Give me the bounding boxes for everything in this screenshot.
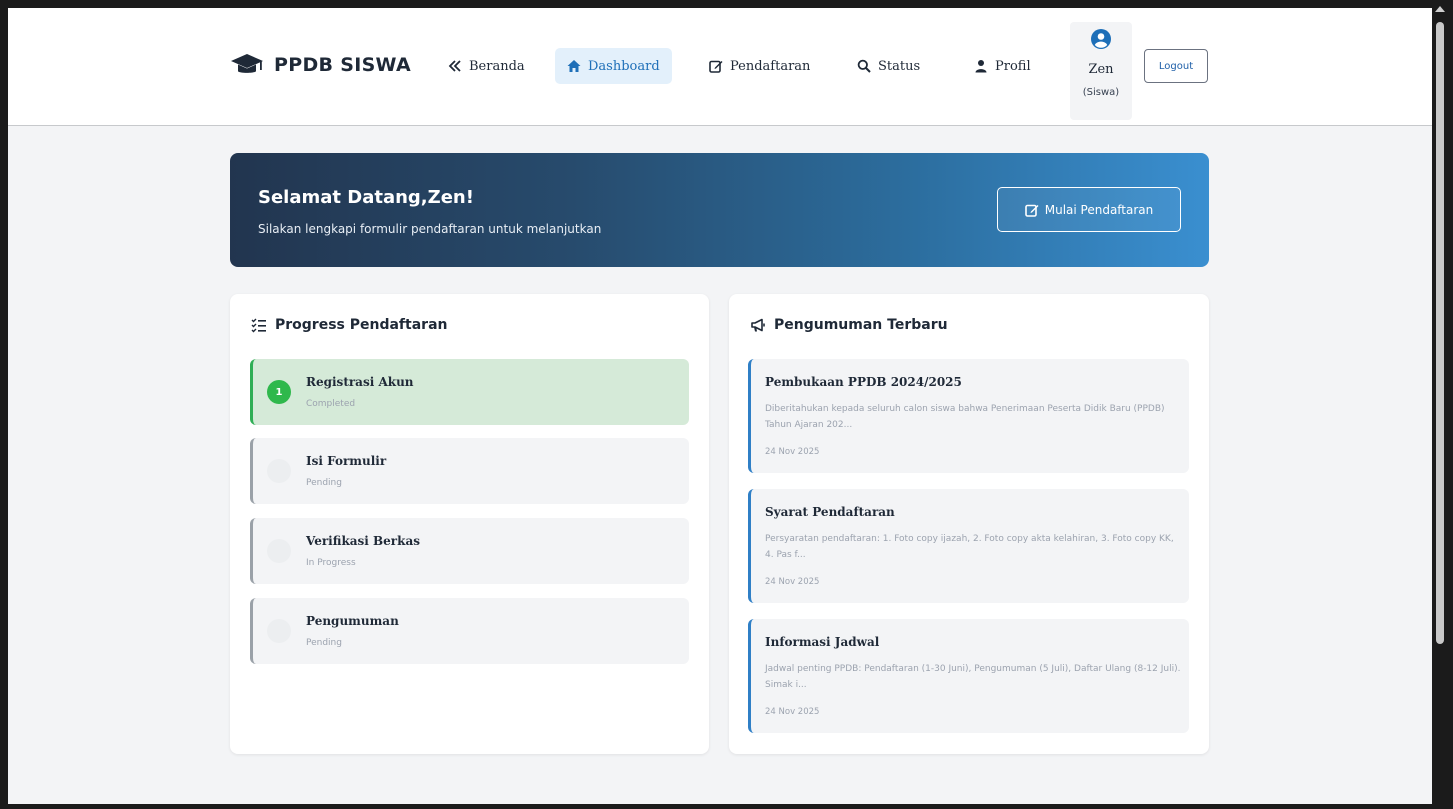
navbar: PPDB SISWA Beranda Dashboard Pendaftaran… bbox=[8, 8, 1432, 126]
announcement-title: Syarat Pendaftaran bbox=[765, 505, 895, 519]
nav-profil-label: Profil bbox=[995, 58, 1031, 74]
welcome-subtitle: Silakan lengkapi formulir pendaftaran un… bbox=[258, 222, 602, 236]
double-chevron-left-icon bbox=[448, 60, 461, 72]
step-name: Isi Formulir bbox=[306, 454, 387, 468]
announcement-body: Persyaratan pendaftaran: 1. Foto copy ij… bbox=[765, 534, 1174, 560]
user-role: (Siswa) bbox=[1082, 87, 1120, 98]
step-status: Completed bbox=[306, 399, 356, 409]
nav-profil[interactable]: Profil bbox=[962, 48, 1043, 84]
window-frame-top bbox=[0, 0, 1453, 8]
brand[interactable]: PPDB SISWA bbox=[230, 52, 411, 78]
edit-icon bbox=[709, 60, 723, 73]
search-icon bbox=[857, 59, 871, 73]
nav-pendaftaran[interactable]: Pendaftaran bbox=[697, 48, 822, 84]
scroll-up-arrow-icon[interactable] bbox=[1435, 6, 1445, 12]
window-frame-bottom bbox=[0, 804, 1453, 809]
list-check-icon bbox=[251, 318, 266, 333]
announcements-card-header: Pengumuman Terbaru bbox=[750, 317, 948, 333]
nav-pendaftaran-label: Pendaftaran bbox=[730, 58, 811, 74]
nav-dashboard-label: Dashboard bbox=[588, 58, 660, 74]
progress-card-header: Progress Pendaftaran bbox=[251, 317, 447, 333]
step-number-badge bbox=[267, 619, 291, 643]
user-icon bbox=[975, 60, 987, 73]
nav-status[interactable]: Status bbox=[845, 48, 932, 84]
nav-beranda-label: Beranda bbox=[469, 58, 525, 74]
welcome-banner: Selamat Datang,Zen! Silakan lengkapi for… bbox=[230, 153, 1209, 267]
step-name: Registrasi Akun bbox=[306, 375, 414, 389]
announcement-date: 24 Nov 2025 bbox=[765, 707, 820, 717]
announcement-date: 24 Nov 2025 bbox=[765, 447, 820, 457]
scrollbar-thumb[interactable] bbox=[1436, 22, 1444, 644]
window-frame-left bbox=[0, 0, 8, 809]
start-registration-label: Mulai Pendaftaran bbox=[1044, 202, 1154, 217]
announcements-card-title: Pengumuman Terbaru bbox=[774, 317, 948, 333]
progress-step: 1 Registrasi Akun Completed bbox=[250, 359, 689, 425]
megaphone-icon bbox=[751, 318, 765, 332]
announcement-item[interactable]: Pembukaan PPDB 2024/2025 Diberitahukan k… bbox=[748, 359, 1189, 473]
nav-beranda[interactable]: Beranda bbox=[436, 48, 537, 84]
step-number-badge bbox=[267, 539, 291, 563]
user-circle-icon bbox=[1091, 29, 1111, 49]
progress-card-title: Progress Pendaftaran bbox=[275, 317, 448, 333]
welcome-title: Selamat Datang,Zen! bbox=[258, 187, 474, 208]
announcement-body: Diberitahukan kepada seluruh calon siswa… bbox=[765, 404, 1165, 430]
start-registration-button[interactable]: Mulai Pendaftaran bbox=[997, 187, 1181, 232]
step-number-badge: 1 bbox=[267, 380, 291, 404]
step-status: Pending bbox=[306, 478, 342, 488]
progress-card: Progress Pendaftaran 1 Registrasi Akun C… bbox=[230, 294, 709, 754]
announcement-item[interactable]: Informasi Jadwal Jadwal penting PPDB: Pe… bbox=[748, 619, 1189, 733]
nav-status-label: Status bbox=[878, 58, 921, 74]
progress-step: Verifikasi Berkas In Progress bbox=[250, 518, 689, 584]
announcement-title: Pembukaan PPDB 2024/2025 bbox=[765, 375, 962, 389]
logout-button[interactable]: Logout bbox=[1144, 49, 1208, 83]
graduation-cap-icon bbox=[231, 54, 263, 73]
user-name: Zen bbox=[1088, 62, 1114, 77]
step-name: Verifikasi Berkas bbox=[306, 534, 420, 548]
announcement-title: Informasi Jadwal bbox=[765, 635, 880, 649]
edit-icon bbox=[1024, 204, 1039, 217]
user-menu[interactable]: Zen (Siswa) bbox=[1070, 22, 1132, 120]
step-number-badge bbox=[267, 459, 291, 483]
progress-step: Pengumuman Pending bbox=[250, 598, 689, 664]
announcement-date: 24 Nov 2025 bbox=[765, 577, 820, 587]
brand-title: PPDB SISWA bbox=[274, 54, 411, 76]
step-status: Pending bbox=[306, 638, 342, 648]
step-name: Pengumuman bbox=[306, 614, 399, 628]
progress-step: Isi Formulir Pending bbox=[250, 438, 689, 504]
announcements-card: Pengumuman Terbaru Pembukaan PPDB 2024/2… bbox=[729, 294, 1209, 754]
step-status: In Progress bbox=[306, 558, 356, 568]
nav-dashboard[interactable]: Dashboard bbox=[555, 48, 672, 84]
announcement-item[interactable]: Syarat Pendaftaran Persyaratan pendaftar… bbox=[748, 489, 1189, 603]
home-icon bbox=[567, 60, 581, 72]
announcement-body: Jadwal penting PPDB: Pendaftaran (1-30 J… bbox=[765, 664, 1181, 690]
